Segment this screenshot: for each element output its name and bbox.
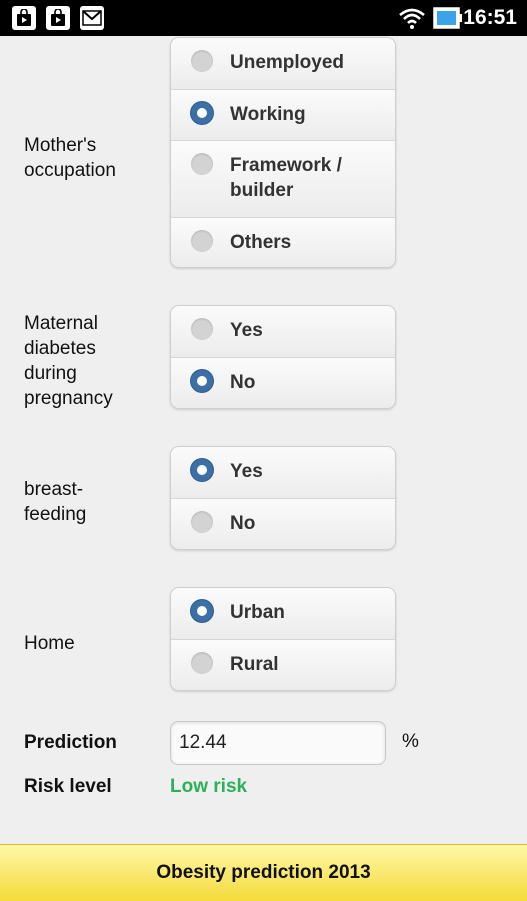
option-label: Others	[230, 232, 292, 253]
status-bar: 16:51	[0, 0, 527, 36]
footer-bar: Obesity prediction 2013	[0, 844, 527, 901]
radio-button-unselected[interactable]	[191, 230, 213, 252]
radio-button-selected[interactable]	[191, 459, 213, 481]
prediction-field[interactable]	[170, 721, 386, 765]
radio-button-selected[interactable]	[191, 600, 213, 622]
radio-button-unselected[interactable]	[191, 318, 213, 340]
radio-button-unselected[interactable]	[191, 153, 213, 175]
home-label: Home	[24, 633, 75, 654]
radio-button-unselected[interactable]	[191, 50, 213, 72]
occupation-option-unemployed[interactable]: Unemployed	[171, 38, 395, 89]
gmail-icon[interactable]	[80, 6, 104, 30]
diabetes-label: Maternal diabetes during pregnancy	[24, 313, 113, 409]
option-label: Working	[230, 104, 306, 125]
radio-button-unselected[interactable]	[191, 652, 213, 674]
occupation-label: Mother's occupation	[24, 135, 116, 181]
breastfeeding-option-yes[interactable]: Yes	[171, 447, 395, 498]
option-label: Urban	[230, 602, 285, 623]
radio-button-selected[interactable]	[191, 370, 213, 392]
play-store-notification-icon[interactable]	[12, 6, 36, 30]
option-label: Framework / builder	[230, 155, 342, 201]
home-radio-group: Urban Rural	[170, 587, 396, 691]
diabetes-option-yes[interactable]: Yes	[171, 306, 395, 357]
battery-icon	[433, 7, 463, 34]
breastfeeding-radio-group: Yes No	[170, 446, 396, 550]
wifi-icon	[398, 6, 426, 35]
option-label: Rural	[230, 654, 279, 675]
diabetes-radio-group: Yes No	[170, 305, 396, 409]
occupation-option-working[interactable]: Working	[171, 89, 395, 140]
occupation-option-framework-builder[interactable]: Framework / builder	[171, 140, 395, 217]
breastfeeding-option-no[interactable]: No	[171, 498, 395, 549]
form-content: Mother's occupation Unemployed Working F…	[0, 36, 527, 844]
occupation-radio-group: Unemployed Working Framework / builder O…	[170, 37, 396, 268]
prediction-label: Prediction	[24, 732, 117, 753]
risk-level-label: Risk level	[24, 776, 112, 797]
option-label: No	[230, 513, 256, 534]
diabetes-option-no[interactable]: No	[171, 357, 395, 408]
play-store-notification-icon[interactable]	[46, 6, 70, 30]
option-label: Unemployed	[230, 52, 345, 73]
prediction-unit: %	[402, 731, 419, 752]
radio-button-selected[interactable]	[191, 102, 213, 124]
home-option-urban[interactable]: Urban	[171, 588, 395, 639]
option-label: No	[230, 372, 256, 393]
home-option-rural[interactable]: Rural	[171, 639, 395, 690]
occupation-option-others[interactable]: Others	[171, 217, 395, 267]
option-label: Yes	[230, 461, 263, 482]
radio-button-unselected[interactable]	[191, 511, 213, 533]
breastfeeding-label: breast- feeding	[24, 479, 87, 525]
status-time: 16:51	[463, 6, 517, 29]
risk-level-value: Low risk	[170, 776, 248, 797]
option-label: Yes	[230, 320, 263, 341]
footer-title: Obesity prediction 2013	[156, 862, 371, 883]
